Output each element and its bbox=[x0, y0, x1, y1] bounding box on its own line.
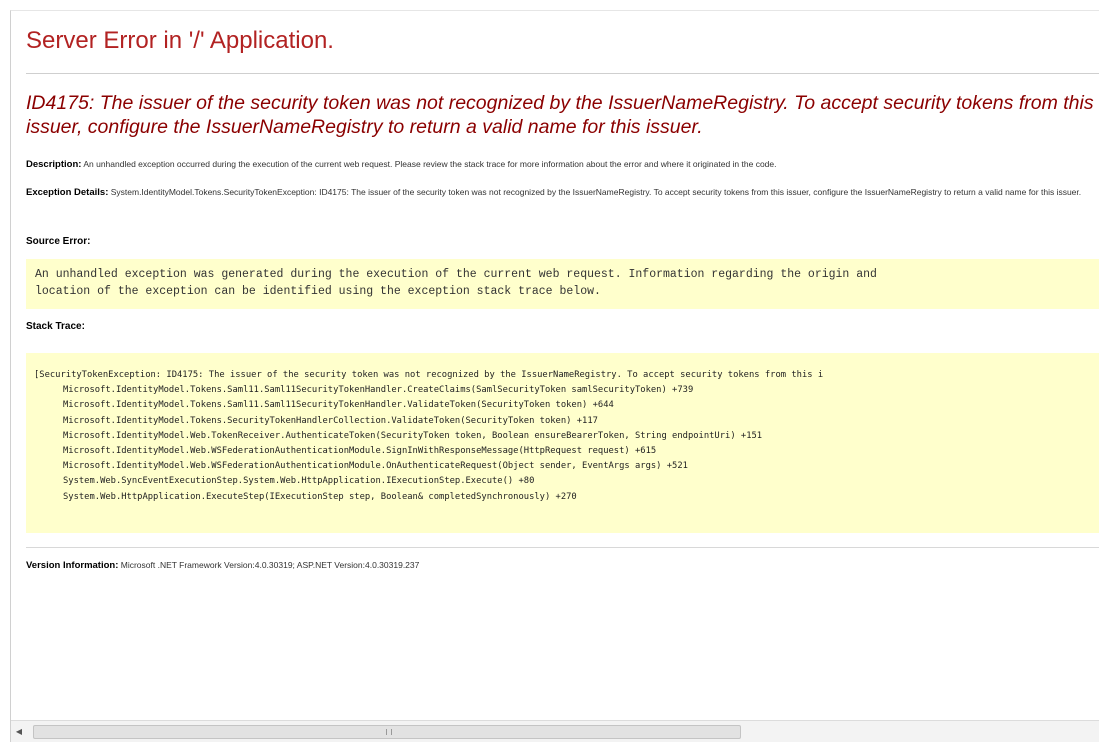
scroll-left-arrow-icon[interactable]: ◀ bbox=[14, 727, 24, 737]
stack-trace-line: [SecurityTokenException: ID4175: The iss… bbox=[34, 370, 824, 380]
horizontal-scrollbar[interactable]: ◀ bbox=[11, 720, 1099, 742]
page-content: Server Error in '/' Application. ID4175:… bbox=[11, 11, 1099, 721]
page-title: Server Error in '/' Application. bbox=[26, 27, 334, 54]
version-information-label: Version Information: bbox=[26, 560, 119, 571]
description-text: An unhandled exception occurred during t… bbox=[83, 159, 777, 169]
exception-details-label: Exception Details: bbox=[26, 187, 109, 198]
source-error-line: An unhandled exception was generated dur… bbox=[35, 268, 877, 281]
stack-trace-line: Microsoft.IdentityModel.Tokens.Saml11.Sa… bbox=[63, 385, 694, 396]
version-divider bbox=[26, 547, 1099, 548]
description-label: Description: bbox=[26, 159, 82, 170]
source-error-line: location of the exception can be identif… bbox=[35, 285, 601, 298]
source-error-box: An unhandled exception was generated dur… bbox=[26, 259, 1099, 309]
exception-details-text: System.IdentityModel.Tokens.SecurityToke… bbox=[110, 187, 1082, 197]
stack-trace-line: Microsoft.IdentityModel.Tokens.SecurityT… bbox=[63, 415, 598, 426]
stack-trace-line: Microsoft.IdentityModel.Web.WSFederation… bbox=[63, 461, 688, 472]
stack-trace-line: Microsoft.IdentityModel.Web.WSFederation… bbox=[63, 446, 657, 457]
scrollbar-grip-icon bbox=[386, 729, 392, 735]
stack-trace-line: System.Web.HttpApplication.ExecuteStep(I… bbox=[63, 491, 577, 502]
title-divider bbox=[26, 73, 1099, 74]
stack-trace-line: Microsoft.IdentityModel.Tokens.Saml11.Sa… bbox=[63, 400, 614, 411]
scrollbar-thumb[interactable] bbox=[33, 725, 741, 739]
browser-viewport: Server Error in '/' Application. ID4175:… bbox=[10, 10, 1099, 742]
stack-trace-label: Stack Trace: bbox=[26, 321, 85, 332]
version-information: Version Information: Microsoft .NET Fram… bbox=[26, 560, 1099, 571]
exception-details-section: Exception Details: System.IdentityModel.… bbox=[26, 186, 1099, 199]
description-section: Description: An unhandled exception occu… bbox=[26, 158, 1099, 171]
source-error-label: Source Error: bbox=[26, 236, 91, 247]
stack-trace-line: System.Web.SyncEventExecutionStep.System… bbox=[63, 476, 535, 487]
version-information-text: Microsoft .NET Framework Version:4.0.303… bbox=[120, 560, 420, 570]
stack-trace-line: Microsoft.IdentityModel.Web.TokenReceive… bbox=[63, 430, 763, 441]
error-heading: ID4175: The issuer of the security token… bbox=[26, 92, 1094, 138]
stack-trace-box: [SecurityTokenException: ID4175: The iss… bbox=[26, 353, 1099, 533]
